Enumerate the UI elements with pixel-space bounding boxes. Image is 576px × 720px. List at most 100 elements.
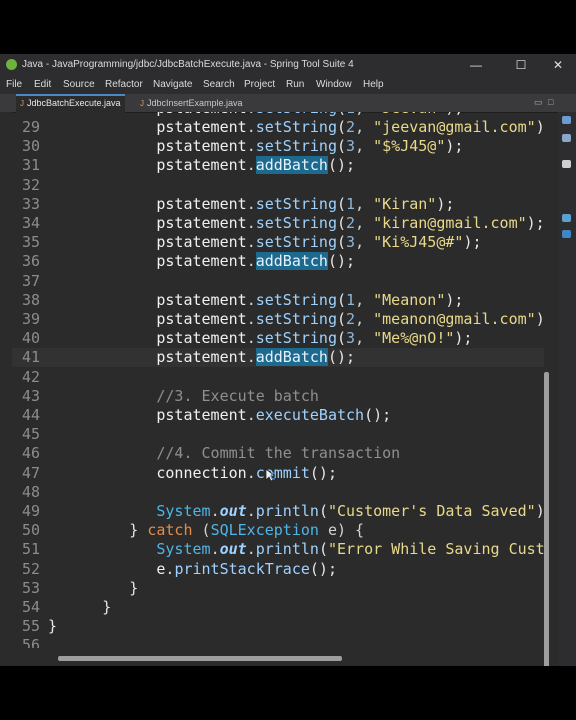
- code-token: (: [337, 290, 347, 309]
- code-content: }: [48, 579, 138, 598]
- code-token: 1: [346, 194, 356, 213]
- line-number: 51: [21, 540, 40, 559]
- code-token: (: [337, 194, 347, 213]
- tab-jdbcinsertexample[interactable]: J JdbcInsertExample.java: [136, 96, 247, 111]
- code-line[interactable]: 55}: [12, 617, 544, 636]
- code-line[interactable]: 40 pstatement.setString(3, "Me%@nO!");: [12, 329, 544, 348]
- code-line[interactable]: 46 //4. Commit the transaction: [12, 444, 544, 463]
- task-list-icon[interactable]: [562, 134, 571, 142]
- code-line[interactable]: 41 pstatement.addBatch();: [12, 348, 544, 368]
- code-line[interactable]: 34 pstatement.setString(2, "kiran@gmail.…: [12, 214, 544, 233]
- line-number: 31: [21, 156, 40, 175]
- outline-view-icon[interactable]: [562, 116, 571, 124]
- code-token: System: [156, 540, 211, 559]
- code-line[interactable]: 42: [12, 368, 544, 387]
- code-token: ();: [327, 156, 356, 175]
- code-line[interactable]: 32: [12, 176, 544, 195]
- code-line[interactable]: 49 System.out.println("Customer's Data S…: [12, 502, 544, 521]
- menu-help[interactable]: Help: [363, 79, 384, 90]
- code-line[interactable]: 37: [12, 272, 544, 291]
- code-token: setString: [255, 194, 337, 213]
- menu-project[interactable]: Project: [244, 79, 275, 90]
- code-token: .: [246, 137, 256, 156]
- line-number: 45: [21, 425, 40, 444]
- code-token: (: [318, 540, 328, 559]
- code-line[interactable]: 30 pstatement.setString(3, "$%J45@");: [12, 137, 544, 156]
- server-icon[interactable]: [562, 230, 571, 238]
- code-content: pstatement.setString(3, "Me%@nO!");: [48, 329, 472, 348]
- menu-search[interactable]: Search: [203, 79, 235, 90]
- spring-boot-dashboard-icon[interactable]: [562, 214, 571, 222]
- code-token: }: [129, 521, 139, 540]
- menu-edit[interactable]: Edit: [34, 79, 51, 90]
- menu-run[interactable]: Run: [286, 79, 304, 90]
- code-line[interactable]: 43 //3. Execute batch: [12, 387, 544, 406]
- code-string: "Error While Saving Cust: [327, 540, 544, 559]
- code-token: ): [535, 502, 544, 520]
- code-content: pstatement.addBatch();: [48, 252, 355, 271]
- maximize-button[interactable]: ☐: [511, 57, 531, 73]
- properties-icon[interactable]: [562, 160, 571, 168]
- code-content: pstatement.setString(2, "meanon@gmail.co…: [48, 310, 544, 329]
- code-token: ,: [355, 310, 374, 328]
- code-content: pstatement.setString(2, "kiran@gmail.com…: [48, 214, 544, 233]
- code-line[interactable]: 52 e.printStackTrace();: [12, 560, 544, 579]
- code-line[interactable]: 51 System.out.println("Error While Savin…: [12, 540, 544, 559]
- menu-navigate[interactable]: Navigate: [153, 79, 192, 90]
- menu-source[interactable]: Source: [63, 79, 95, 90]
- line-number: 44: [21, 406, 40, 424]
- code-token: setString: [255, 310, 337, 328]
- code-token: );: [526, 214, 544, 232]
- code-line[interactable]: 50 } catch (SQLException e) {: [12, 521, 544, 540]
- code-line[interactable]: 36 pstatement.addBatch();: [12, 252, 544, 271]
- code-string: "meanon@gmail.com": [373, 310, 536, 328]
- code-content: pstatement.executeBatch();: [48, 406, 391, 425]
- code-token: pstatement: [156, 290, 247, 309]
- minimize-button[interactable]: —: [466, 57, 486, 73]
- code-line[interactable]: 38 pstatement.setString(1, "Meanon");: [12, 291, 544, 310]
- code-line[interactable]: 53 }: [12, 579, 544, 598]
- code-line[interactable]: 44 pstatement.executeBatch();: [12, 406, 544, 425]
- code-line[interactable]: 39 pstatement.setString(2, "meanon@gmail…: [12, 310, 544, 329]
- code-line[interactable]: 31 pstatement.addBatch();: [12, 156, 544, 175]
- minimize-view-icon[interactable]: ▭: [534, 97, 543, 108]
- code-line[interactable]: 48: [12, 483, 544, 502]
- code-string: "jeevan@gmail.com": [373, 118, 536, 136]
- code-token: pstatement: [156, 329, 247, 348]
- code-token: setString: [256, 112, 337, 117]
- code-content: //3. Execute batch: [48, 387, 319, 406]
- code-token: .: [210, 540, 220, 559]
- menu-file[interactable]: File: [6, 79, 22, 90]
- tab-jdbcbatchexecute[interactable]: J JdbcBatchExecute.java: [16, 94, 125, 113]
- menu-refactor[interactable]: Refactor: [105, 79, 143, 90]
- code-line[interactable]: 56: [12, 636, 544, 648]
- code-token: ): [535, 310, 544, 328]
- mouse-pointer-icon: [265, 468, 275, 482]
- code-editor[interactable]: pstatement.setString(1, "Jeevan");29 pst…: [12, 112, 544, 648]
- code-token: .: [246, 329, 256, 348]
- menu-window[interactable]: Window: [316, 79, 352, 90]
- code-token: (: [337, 214, 347, 232]
- close-button[interactable]: ✕: [548, 57, 568, 73]
- code-line[interactable]: 54 }: [12, 598, 544, 617]
- code-content: pstatement.setString(2, "jeevan@gmail.co…: [48, 118, 544, 137]
- code-line[interactable]: 47 connection.commit();: [12, 464, 544, 483]
- code-line[interactable]: 29 pstatement.setString(2, "jeevan@gmail…: [12, 118, 544, 137]
- line-number: 29: [21, 118, 40, 136]
- code-line[interactable]: 35 pstatement.setString(3, "Ki%J45@#");: [12, 233, 544, 252]
- line-number: 37: [21, 271, 40, 290]
- maximize-view-icon[interactable]: □: [548, 97, 553, 107]
- vertical-scrollbar-thumb[interactable]: [544, 372, 549, 666]
- code-line[interactable]: 45: [12, 425, 544, 444]
- code-token: 3: [346, 329, 356, 348]
- code-token: 3: [346, 233, 356, 252]
- code-token: ();: [309, 463, 337, 482]
- horizontal-scrollbar-thumb[interactable]: [58, 656, 342, 661]
- code-token: System: [156, 502, 211, 520]
- code-line[interactable]: 33 pstatement.setString(1, "Kiran");: [12, 195, 544, 214]
